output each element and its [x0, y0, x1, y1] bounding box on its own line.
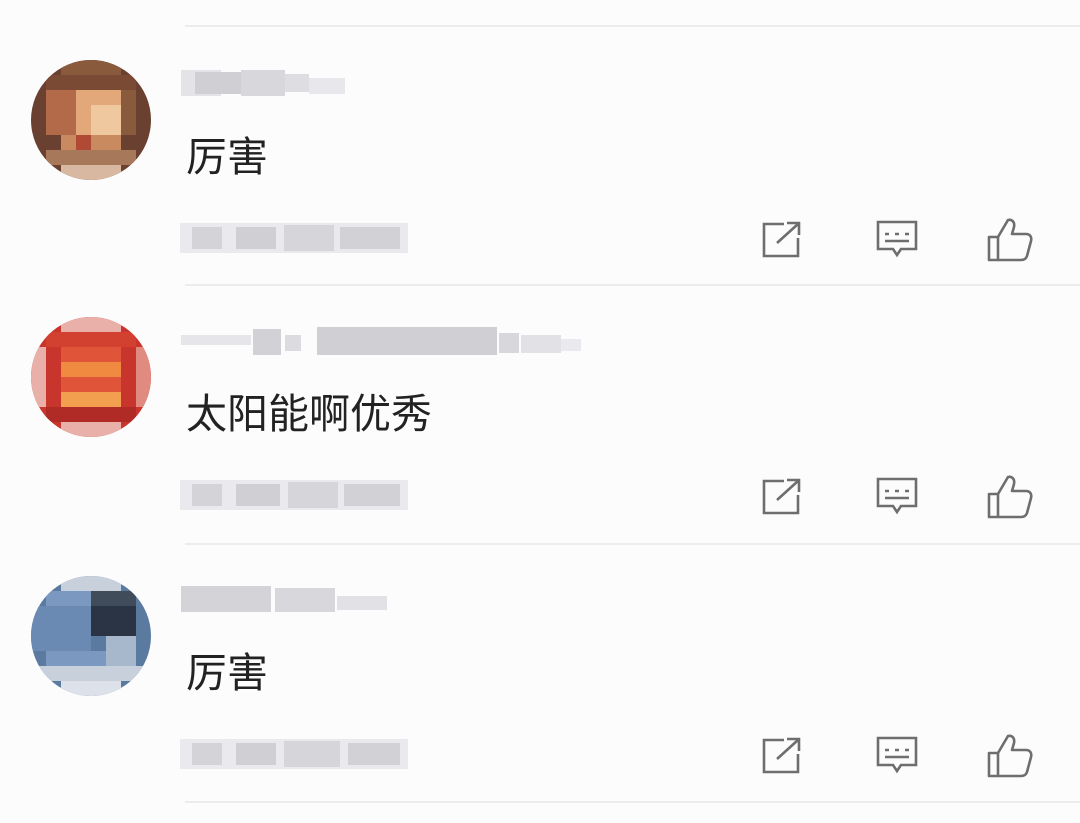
username-blurred[interactable] — [181, 62, 351, 104]
reply-icon — [876, 736, 918, 774]
share-icon — [762, 221, 801, 258]
reply-button[interactable] — [869, 728, 925, 784]
like-icon — [987, 734, 1033, 778]
reply-icon — [876, 477, 918, 515]
comment-text: 厉害 — [186, 133, 268, 181]
like-icon — [987, 218, 1033, 262]
avatar[interactable] — [31, 60, 151, 180]
avatar[interactable] — [31, 576, 151, 696]
share-icon — [762, 478, 801, 515]
timestamp-blurred — [180, 215, 408, 259]
comment-item: 厉害 — [0, 543, 1080, 801]
like-button[interactable] — [982, 469, 1038, 525]
timestamp-blurred — [180, 472, 408, 516]
reply-button[interactable] — [869, 469, 925, 525]
like-button[interactable] — [982, 212, 1038, 268]
share-icon — [762, 737, 801, 774]
comment-item: 厉害 — [0, 27, 1080, 285]
avatar[interactable] — [31, 317, 151, 437]
divider — [185, 801, 1080, 803]
share-button[interactable] — [754, 212, 810, 268]
comment-item: 太阳能啊优秀 — [0, 284, 1080, 542]
reply-icon — [876, 220, 918, 258]
reply-button[interactable] — [869, 212, 925, 268]
share-button[interactable] — [754, 728, 810, 784]
share-button[interactable] — [754, 469, 810, 525]
like-button[interactable] — [982, 728, 1038, 784]
timestamp-blurred — [180, 731, 408, 775]
username-blurred[interactable] — [181, 319, 581, 361]
comment-text: 太阳能啊优秀 — [186, 390, 432, 438]
like-icon — [987, 475, 1033, 519]
username-blurred[interactable] — [181, 578, 401, 620]
comment-text: 厉害 — [186, 649, 268, 697]
